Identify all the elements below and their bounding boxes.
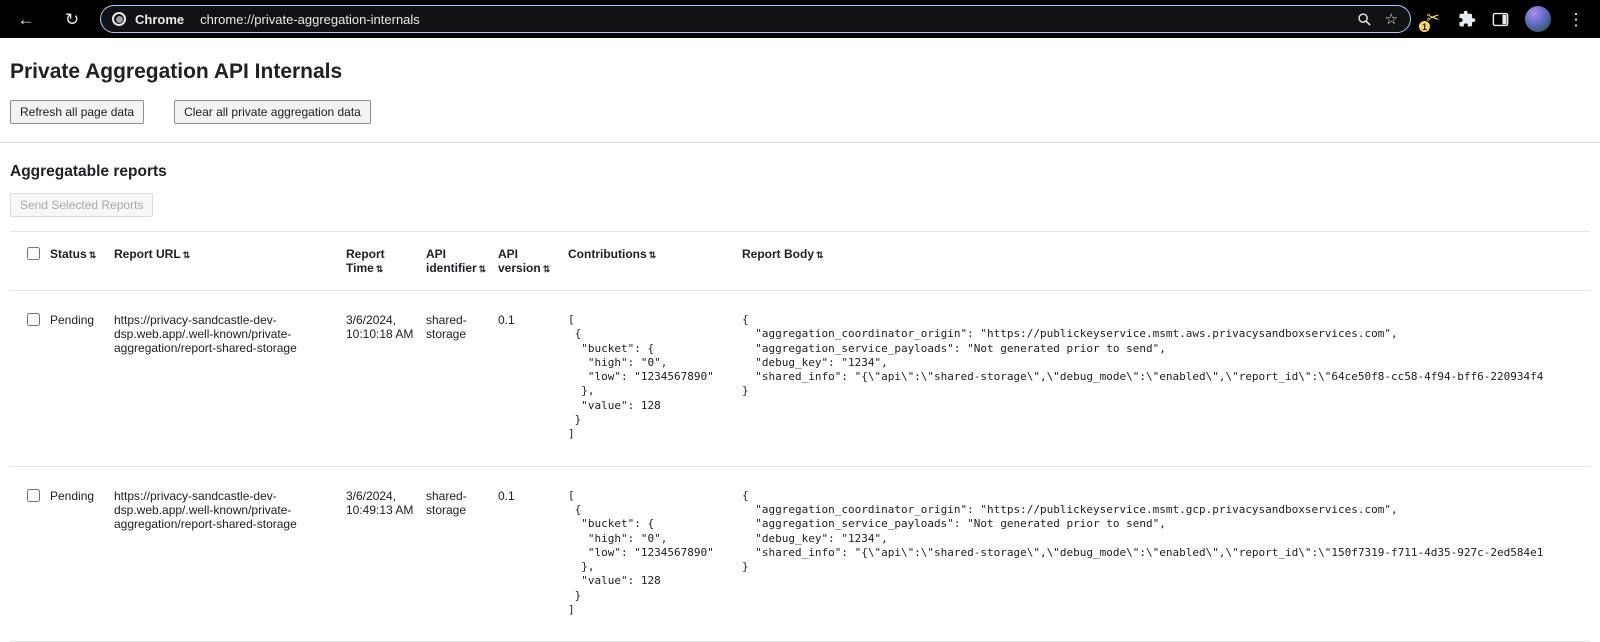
- omnibox-actions: ☆: [1357, 12, 1398, 27]
- report-body-cell: { "aggregation_coordinator_origin": "htt…: [742, 466, 1590, 642]
- side-panel-icon[interactable]: [1491, 10, 1510, 29]
- divider: [0, 142, 1600, 143]
- nav-icons: ← ↻: [10, 11, 90, 28]
- omnibox[interactable]: Chrome chrome://private-aggregation-inte…: [100, 5, 1411, 33]
- api-version-cell: 0.1: [498, 291, 568, 467]
- extension-badge: 1: [1418, 20, 1431, 33]
- contributions-cell: [ { "bucket": { "high": "0", "low": "123…: [568, 466, 742, 642]
- report-body-cell: { "aggregation_coordinator_origin": "htt…: [742, 291, 1590, 467]
- sort-icon: ⇅: [816, 250, 824, 260]
- chrome-logo-icon: [112, 12, 126, 26]
- page-actions: Refresh all page data Clear all private …: [10, 100, 1590, 124]
- header-report-body-label: Report Body: [742, 247, 814, 261]
- report-time-cell: 3/6/2024, 10:49:13 AM: [346, 466, 426, 642]
- aggregatable-reports-table: Status⇅ Report URL⇅ Report Time⇅ API ide…: [10, 231, 1590, 642]
- sort-icon: ⇅: [183, 250, 191, 260]
- header-report-body[interactable]: Report Body⇅: [742, 232, 1590, 291]
- reload-icon[interactable]: ↻: [62, 11, 82, 28]
- status-cell: Pending: [50, 466, 114, 642]
- header-api-version[interactable]: API version⇅: [498, 232, 568, 291]
- report-url-cell: https://privacy-sandcastle-dev-dsp.web.a…: [114, 291, 346, 467]
- status-cell: Pending: [50, 291, 114, 467]
- header-api-identifier[interactable]: API identifier⇅: [426, 232, 498, 291]
- refresh-all-button[interactable]: Refresh all page data: [10, 100, 144, 124]
- report-time-cell: 3/6/2024, 10:10:18 AM: [346, 291, 426, 467]
- row-select-cell: [10, 291, 50, 467]
- select-all-cell: [10, 232, 50, 291]
- send-selected-reports-button: Send Selected Reports: [10, 193, 153, 217]
- extensions-puzzle-icon[interactable]: [1458, 10, 1476, 28]
- report-url-cell: https://privacy-sandcastle-dev-dsp.web.a…: [114, 466, 346, 642]
- sort-icon: ⇅: [649, 250, 657, 260]
- header-report-time[interactable]: Report Time⇅: [346, 232, 426, 291]
- row-checkbox[interactable]: [27, 313, 40, 326]
- header-contributions-label: Contributions: [568, 247, 647, 261]
- header-status-label: Status: [50, 247, 87, 261]
- pinned-extension-icon[interactable]: ✂ 1: [1423, 9, 1443, 29]
- sort-icon: ⇅: [543, 264, 551, 274]
- sort-icon: ⇅: [479, 264, 487, 274]
- url-text[interactable]: chrome://private-aggregation-internals: [200, 12, 1348, 27]
- sort-icon: ⇅: [376, 264, 384, 274]
- header-status[interactable]: Status⇅: [50, 232, 114, 291]
- row-checkbox[interactable]: [27, 489, 40, 502]
- section-title: Aggregatable reports: [10, 163, 1590, 181]
- header-contributions[interactable]: Contributions⇅: [568, 232, 742, 291]
- page-title: Private Aggregation API Internals: [10, 60, 1590, 84]
- row-select-cell: [10, 466, 50, 642]
- api-version-cell: 0.1: [498, 466, 568, 642]
- select-all-checkbox[interactable]: [27, 247, 40, 260]
- back-icon[interactable]: ←: [16, 11, 36, 28]
- avatar[interactable]: [1525, 6, 1551, 32]
- toolbar-right: ✂ 1 ⋮: [1423, 6, 1590, 32]
- menu-icon[interactable]: ⋮: [1566, 11, 1586, 28]
- page-content: Private Aggregation API Internals Refres…: [0, 60, 1600, 642]
- header-api-version-label: API version: [498, 247, 541, 275]
- table-row: Pending https://privacy-sandcastle-dev-d…: [10, 291, 1590, 467]
- api-identifier-cell: shared-storage: [426, 466, 498, 642]
- api-identifier-cell: shared-storage: [426, 291, 498, 467]
- browser-toolbar: ← ↻ Chrome chrome://private-aggregation-…: [0, 0, 1600, 38]
- sort-icon: ⇅: [89, 250, 97, 260]
- table-row: Pending https://privacy-sandcastle-dev-d…: [10, 466, 1590, 642]
- origin-chip-label: Chrome: [135, 12, 184, 27]
- table-header-row: Status⇅ Report URL⇅ Report Time⇅ API ide…: [10, 232, 1590, 291]
- header-report-url-label: Report URL: [114, 247, 181, 261]
- contributions-cell: [ { "bucket": { "high": "0", "low": "123…: [568, 291, 742, 467]
- header-api-identifier-label: API identifier: [426, 247, 477, 275]
- bookmark-star-icon[interactable]: ☆: [1385, 12, 1398, 27]
- clear-all-button[interactable]: Clear all private aggregation data: [174, 100, 371, 124]
- zoom-icon[interactable]: [1357, 12, 1372, 27]
- header-report-url[interactable]: Report URL⇅: [114, 232, 346, 291]
